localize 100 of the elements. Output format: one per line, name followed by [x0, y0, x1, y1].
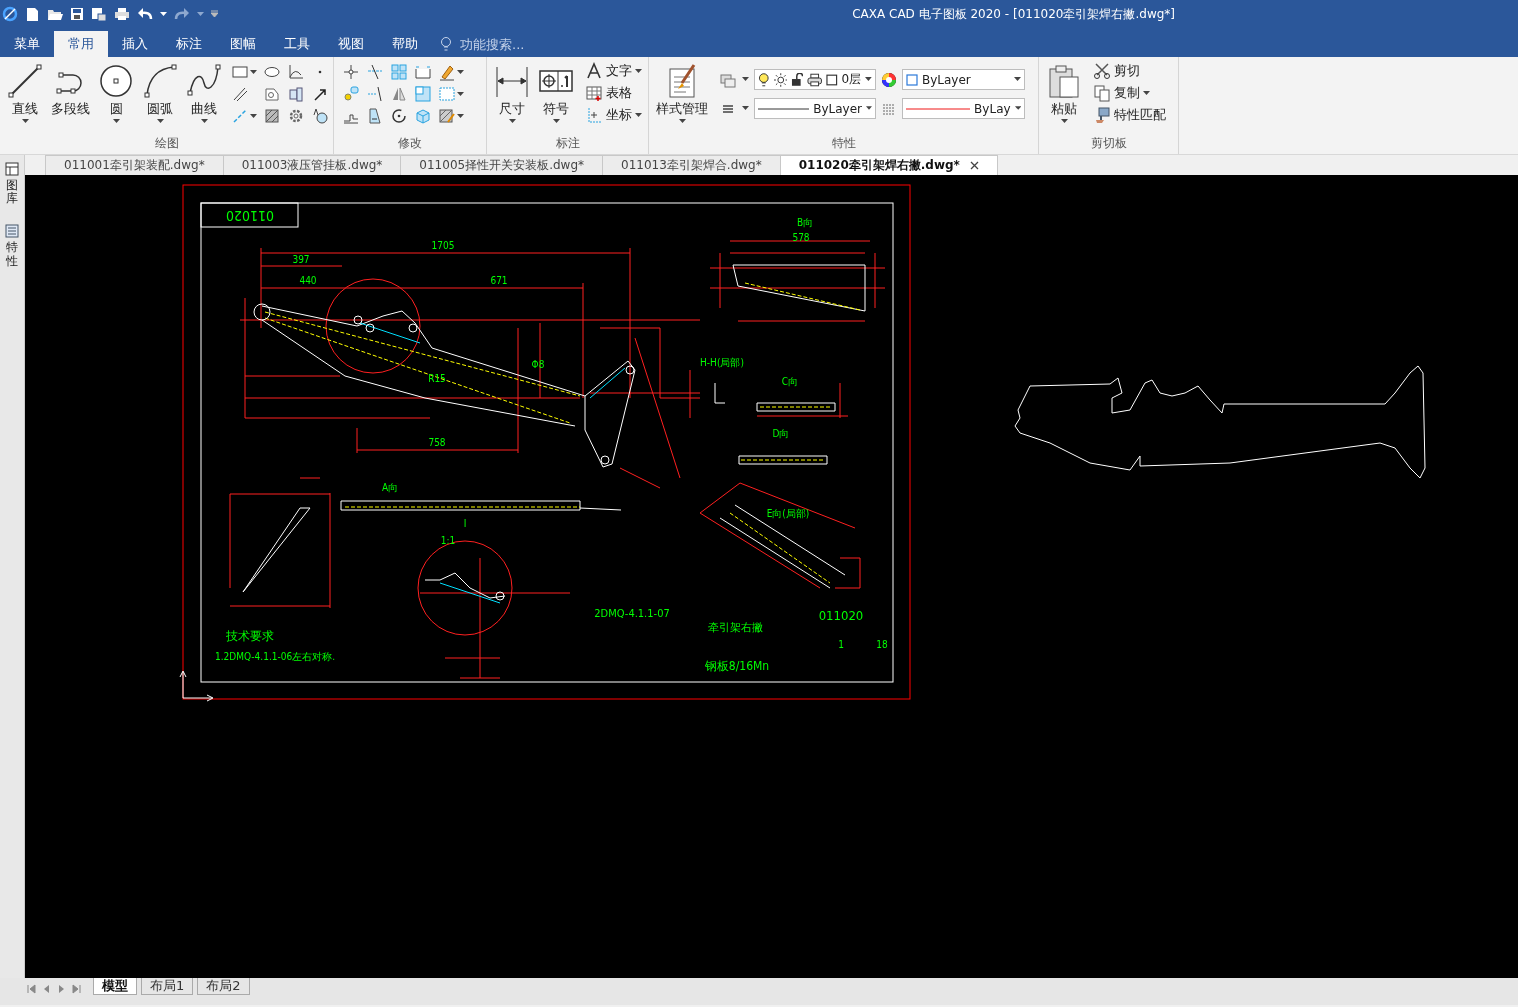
ribbon-button[interactable]: 特性匹配: [1091, 105, 1168, 125]
lock-icon[interactable]: [791, 72, 803, 87]
line-icon[interactable]: [7, 63, 43, 99]
first-page-icon[interactable]: [27, 984, 36, 994]
layer-dropdown[interactable]: 0层: [754, 69, 876, 90]
document-tab[interactable]: 011020牵引架焊右撇.dwg*: [779, 155, 998, 175]
color-dropdown[interactable]: ByLayer: [902, 69, 1025, 90]
square-icon[interactable]: [826, 73, 838, 86]
ribbon-button[interactable]: 复制: [1091, 83, 1168, 103]
hatch-icon[interactable]: [263, 107, 281, 125]
copy-icon[interactable]: [342, 85, 360, 103]
close-icon[interactable]: [969, 161, 979, 170]
menu-tab[interactable]: 图幅: [216, 31, 270, 57]
ribbon-button[interactable]: 坐标: [583, 105, 644, 125]
ribbon-button[interactable]: 多段线: [48, 61, 93, 126]
clipboard-icon[interactable]: [1046, 63, 1082, 99]
last-page-icon[interactable]: [72, 984, 81, 994]
caret-icon[interactable]: [742, 106, 749, 111]
caret-icon[interactable]: [1060, 119, 1068, 124]
copy-pages-icon[interactable]: [1093, 84, 1111, 102]
caret-icon[interactable]: [200, 119, 208, 124]
gear-icon[interactable]: [287, 107, 305, 125]
side-panel-tab[interactable]: 图库: [4, 161, 20, 206]
menu-tab[interactable]: 菜单: [0, 31, 54, 57]
lightbulb-icon[interactable]: [758, 71, 770, 88]
search-field[interactable]: 功能搜索...: [458, 35, 548, 53]
ribbon-button[interactable]: 圆弧: [139, 61, 181, 126]
caret-icon[interactable]: [742, 77, 749, 82]
caret-icon[interactable]: [1143, 90, 1150, 96]
document-tab[interactable]: 011013牵引架焊合.dwg*: [602, 155, 781, 175]
fill-icon[interactable]: [311, 107, 329, 125]
menu-tab[interactable]: 常用: [54, 31, 108, 57]
color-wheel-icon[interactable]: [881, 71, 897, 88]
document-tab[interactable]: 011001牵引架装配.dwg*: [45, 155, 224, 175]
fillet-icon[interactable]: [414, 63, 432, 81]
new-file-icon[interactable]: [25, 6, 40, 22]
ribbon-button[interactable]: 样式管理: [653, 61, 711, 126]
library-icon[interactable]: [4, 161, 20, 177]
next-icon[interactable]: [57, 984, 66, 994]
side-panel-tab[interactable]: 特性: [4, 223, 20, 268]
caret-icon[interactable]: [635, 112, 642, 118]
brush-icon[interactable]: [1093, 106, 1111, 124]
caret-icon[interactable]: [866, 106, 872, 111]
caret-icon[interactable]: [457, 69, 464, 75]
spline-icon[interactable]: [186, 63, 222, 99]
lineweight-dropdown[interactable]: ByLay: [902, 98, 1025, 119]
caret-icon[interactable]: [160, 11, 167, 17]
stretch-icon[interactable]: [366, 107, 384, 125]
ribbon-button[interactable]: 文字: [583, 61, 644, 81]
caret-icon[interactable]: [457, 113, 464, 119]
caret-icon[interactable]: [635, 68, 642, 74]
caret-icon[interactable]: [250, 113, 257, 119]
menu-tab[interactable]: 标注: [162, 31, 216, 57]
printer-icon[interactable]: [806, 72, 823, 87]
ribbon-button[interactable]: 圆: [95, 61, 137, 126]
ribbon-button[interactable]: 符号: [535, 61, 577, 126]
parallel-lines-icon[interactable]: [231, 85, 249, 103]
menu-tab[interactable]: 视图: [324, 31, 378, 57]
linetype-dropdown[interactable]: ByLayer: [754, 98, 876, 119]
caret-icon[interactable]: [250, 69, 257, 75]
caret-icon[interactable]: [21, 119, 29, 124]
drawing-canvas[interactable]: 011020 B向 578 1705 397 440 671 R15 Φ8 758 H-H(局部) C向 D向 A向 I 1:1 E向(局部) 2DMQ-4.1.1-07 牵引架右撇 011020 技术要求 1.2DMQ-4.1.1-06左右对称. 钢板8/16Mn 1 18: [25, 175, 1518, 978]
customize-icon[interactable]: [211, 10, 218, 18]
layout-tab[interactable]: 模型: [93, 978, 137, 995]
redo-icon[interactable]: [174, 7, 190, 21]
caret-icon[interactable]: [552, 119, 560, 124]
document-tab[interactable]: 011005择性开关安装板.dwg*: [400, 155, 603, 175]
ribbon-button[interactable]: 曲线: [183, 61, 225, 126]
caret-icon[interactable]: [112, 119, 120, 124]
caret-icon[interactable]: [508, 119, 516, 124]
circle-icon[interactable]: [98, 63, 134, 99]
menu-tab[interactable]: 帮助: [378, 31, 432, 57]
previous-icon[interactable]: [42, 984, 51, 994]
outline-icon[interactable]: [263, 85, 281, 103]
eraser-icon[interactable]: [438, 63, 456, 81]
undo-icon[interactable]: [137, 7, 153, 21]
menu-tab[interactable]: 工具: [270, 31, 324, 57]
text-icon[interactable]: [585, 62, 603, 80]
sun-icon[interactable]: [773, 72, 788, 87]
caret-icon[interactable]: [1014, 106, 1021, 111]
trim-icon[interactable]: [366, 63, 384, 81]
save-all-icon[interactable]: [91, 6, 107, 22]
print-icon[interactable]: [114, 7, 130, 21]
caret-icon[interactable]: [156, 119, 164, 124]
caret-icon[interactable]: [865, 77, 872, 82]
layout-tab[interactable]: 布局1: [141, 978, 194, 995]
move-icon[interactable]: [342, 63, 360, 81]
scissors-icon[interactable]: [1093, 62, 1111, 80]
ribbon-button[interactable]: 剪切: [1091, 61, 1168, 81]
ribbon-button[interactable]: 表格: [583, 83, 644, 103]
ribbon-button[interactable]: 尺寸: [491, 61, 533, 126]
hatch-edit-icon[interactable]: [438, 107, 456, 125]
curve-axes-icon[interactable]: [287, 63, 305, 81]
caret-icon[interactable]: [1014, 77, 1021, 82]
save-icon[interactable]: [70, 7, 84, 21]
menu-tab[interactable]: 插入: [108, 31, 162, 57]
layout-tab[interactable]: 布局2: [197, 978, 250, 995]
rotate-icon[interactable]: [390, 107, 408, 125]
table-icon[interactable]: [585, 84, 603, 102]
arc-icon[interactable]: [142, 63, 178, 99]
